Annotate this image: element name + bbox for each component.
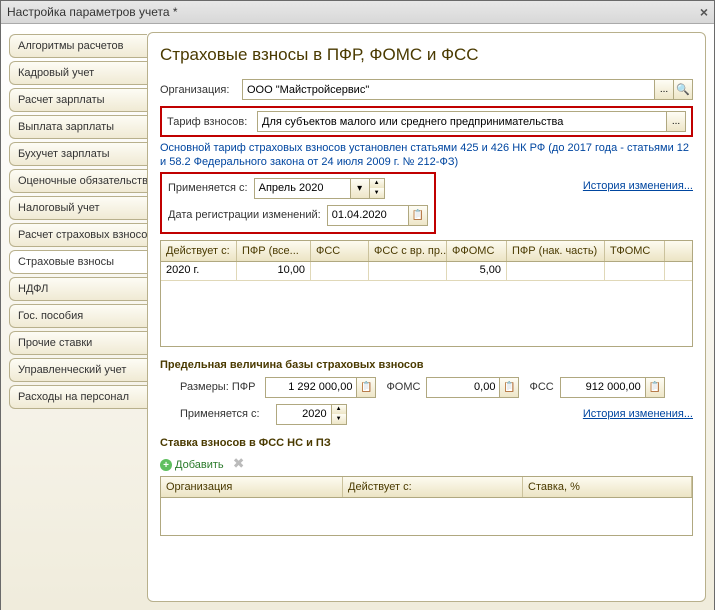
table-row[interactable]: 2020 г. 10,00 5,00	[161, 262, 692, 281]
limits-year-spinner[interactable]: ▲▼	[332, 404, 347, 425]
plus-icon: +	[160, 459, 172, 471]
th-rate[interactable]: Ставка, %	[523, 477, 692, 497]
tab-tax[interactable]: Налоговый учет	[9, 196, 147, 220]
regdate-calendar-button[interactable]: 📋	[409, 205, 428, 226]
cell-tfoms	[605, 262, 665, 280]
tab-salary-acct[interactable]: Бухучет зарплаты	[9, 142, 147, 166]
pfr-calc-button[interactable]: 📋	[357, 377, 376, 398]
foms-limit-input[interactable]: 0,00	[426, 377, 500, 398]
cell-year: 2020 г.	[161, 262, 237, 280]
fssns-title: Ставка взносов в ФСС НС и ПЗ	[160, 437, 693, 449]
tab-benefits[interactable]: Гос. пособия	[9, 304, 147, 328]
th-tfoms[interactable]: ТФОМС	[605, 241, 665, 261]
spin-down-icon[interactable]: ▼	[332, 414, 346, 424]
tariff-highlight: Тариф взносов: Для субъектов малого или …	[160, 106, 693, 137]
calculator-icon: 📋	[649, 382, 661, 393]
th-org[interactable]: Организация	[161, 477, 343, 497]
limits-history-link[interactable]: История изменения...	[583, 408, 693, 420]
org-input[interactable]: ООО "Майстройсервис"	[242, 79, 655, 100]
tab-salary-pay[interactable]: Выплата зарплаты	[9, 115, 147, 139]
th-effective[interactable]: Действует с:	[161, 241, 237, 261]
history-link[interactable]: История изменения...	[583, 180, 693, 192]
sidebar: Алгоритмы расчетов Кадровый учет Расчет …	[1, 24, 147, 610]
org-row: Организация: ООО "Майстройсервис" ... 🔍	[160, 79, 693, 100]
tariff-ellipsis-button[interactable]: ...	[667, 111, 686, 132]
th-pfr-acc[interactable]: ПФР (нак. часть)	[507, 241, 605, 261]
search-icon: 🔍	[676, 83, 690, 96]
tariff-note: Основной тариф страховых взносов установ…	[160, 141, 693, 170]
org-ellipsis-button[interactable]: ...	[655, 79, 674, 100]
limits-title: Предельная величина базы страховых взнос…	[160, 359, 693, 371]
rates-thead: Действует с: ПФР (все... ФСС ФСС с вр. п…	[161, 241, 692, 262]
tab-ndfl[interactable]: НДФЛ	[9, 277, 147, 301]
tariff-label: Тариф взносов:	[167, 116, 251, 128]
tab-mgmt[interactable]: Управленческий учет	[9, 358, 147, 382]
sizes-label: Размеры: ПФР	[180, 381, 255, 393]
app-window: Настройка параметров учета * × Алгоритмы…	[0, 0, 715, 610]
tab-salary-calc[interactable]: Расчет зарплаты	[9, 88, 147, 112]
applies-label: Применяется с:	[168, 182, 248, 194]
th-eff[interactable]: Действует с:	[343, 477, 523, 497]
cell-pfr: 10,00	[237, 262, 311, 280]
cell-ffoms: 5,00	[447, 262, 507, 280]
th-ffoms[interactable]: ФФОМС	[447, 241, 507, 261]
tab-algorithms[interactable]: Алгоритмы расчетов	[9, 34, 147, 58]
body: Алгоритмы расчетов Кадровый учет Расчет …	[1, 24, 714, 610]
page-title: Страховые взносы в ПФР, ФОМС и ФСС	[160, 45, 693, 65]
content-panel: Страховые взносы в ПФР, ФОМС и ФСС Орган…	[147, 32, 706, 602]
calendar-icon: 📋	[411, 210, 423, 221]
cell-pfr-acc	[507, 262, 605, 280]
limits-applies-row: Применяется с: 2020 ▲▼ История изменения…	[160, 404, 693, 425]
tab-ins-contrib[interactable]: Страховые взносы	[9, 250, 147, 274]
applies-input[interactable]: Апрель 2020	[254, 178, 351, 199]
tab-estimates[interactable]: Оценочные обязательства	[9, 169, 147, 193]
org-label: Организация:	[160, 84, 236, 96]
th-pfr[interactable]: ПФР (все...	[237, 241, 311, 261]
calculator-icon: 📋	[503, 382, 515, 393]
applies-dropdown-button[interactable]: ▾	[351, 178, 370, 199]
fssns-thead: Организация Действует с: Ставка, %	[161, 477, 692, 498]
rates-table: Действует с: ПФР (все... ФСС ФСС с вр. п…	[160, 240, 693, 347]
add-label: Добавить	[175, 459, 224, 471]
applies-spinner[interactable]: ▲▼	[370, 178, 385, 199]
spin-down-icon[interactable]: ▼	[370, 188, 384, 198]
th-fss[interactable]: ФСС	[311, 241, 369, 261]
tab-hr[interactable]: Кадровый учет	[9, 61, 147, 85]
tariff-input[interactable]: Для субъектов малого или среднего предпр…	[257, 111, 667, 132]
spin-up-icon[interactable]: ▲	[332, 405, 346, 415]
fss-calc-button[interactable]: 📋	[646, 377, 665, 398]
pfr-limit-input[interactable]: 1 292 000,00	[265, 377, 357, 398]
chevron-down-icon: ▾	[357, 183, 362, 194]
foms-label: ФОМС	[386, 381, 420, 393]
fssns-table: Организация Действует с: Ставка, %	[160, 476, 693, 536]
tab-expenses[interactable]: Расходы на персонал	[9, 385, 147, 409]
fss-label: ФСС	[529, 381, 553, 393]
th-fss-temp[interactable]: ФСС с вр. пр...	[369, 241, 447, 261]
regdate-label: Дата регистрации изменений:	[168, 209, 321, 221]
fssns-toolbar: + Добавить ✖	[160, 455, 693, 472]
delete-button[interactable]: ✖	[233, 455, 245, 471]
titlebar: Настройка параметров учета * ×	[1, 1, 714, 24]
cell-fss	[311, 262, 369, 280]
fss-limit-input[interactable]: 912 000,00	[560, 377, 646, 398]
org-search-button[interactable]: 🔍	[674, 79, 693, 100]
calculator-icon: 📋	[360, 382, 372, 393]
tab-ins-calc[interactable]: Расчет страховых взносов	[9, 223, 147, 247]
cell-fss-temp	[369, 262, 447, 280]
spin-up-icon[interactable]: ▲	[370, 179, 384, 189]
dates-highlight: Применяется с: Апрель 2020 ▾ ▲▼ Дата рег…	[160, 172, 436, 234]
close-icon[interactable]: ×	[700, 4, 708, 20]
regdate-input[interactable]: 01.04.2020	[327, 205, 409, 226]
window-title: Настройка параметров учета *	[7, 5, 178, 19]
foms-calc-button[interactable]: 📋	[500, 377, 519, 398]
add-button[interactable]: + Добавить	[160, 459, 224, 471]
limits-year-input[interactable]: 2020	[276, 404, 332, 425]
limits-row: Размеры: ПФР 1 292 000,00 📋 ФОМС 0,00 📋 …	[160, 377, 693, 398]
limits-applies-label: Применяется с:	[180, 408, 260, 420]
tab-other-rates[interactable]: Прочие ставки	[9, 331, 147, 355]
